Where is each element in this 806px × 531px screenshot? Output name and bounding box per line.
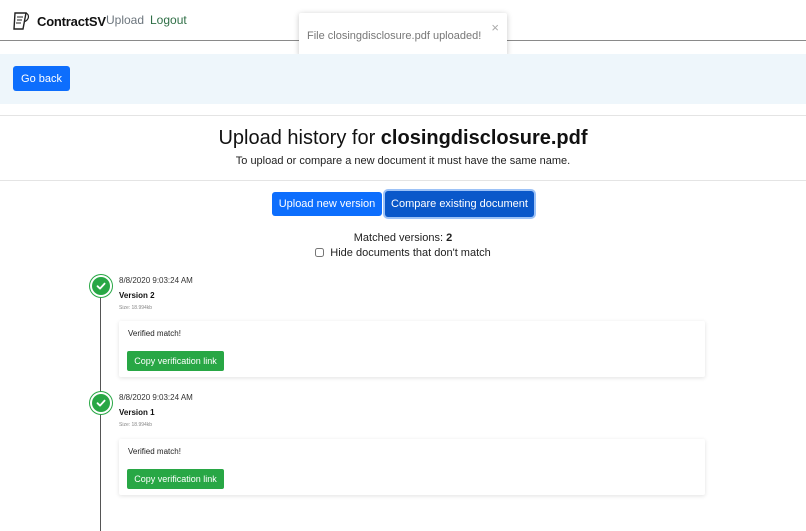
matched-versions: Matched versions: 2 bbox=[0, 232, 806, 244]
go-back-band: Go back bbox=[0, 54, 806, 104]
version-size: Size: 18.994kb bbox=[119, 305, 153, 311]
hide-nonmatching-checkbox[interactable] bbox=[315, 248, 325, 257]
check-circle-icon bbox=[92, 394, 110, 412]
version-date: 8/8/2020 9:03:24 AM bbox=[119, 276, 193, 285]
divider bbox=[0, 180, 806, 181]
brand-logo[interactable]: ContractSV bbox=[12, 10, 106, 32]
hide-nonmatching-row: Hide documents that don't match bbox=[0, 247, 806, 259]
page-title: Upload history for closingdisclosure.pdf bbox=[0, 127, 806, 150]
nav-logout-link[interactable]: Logout bbox=[150, 13, 187, 27]
matched-count: 2 bbox=[446, 232, 453, 244]
go-back-button[interactable]: Go back bbox=[13, 66, 70, 91]
copy-verification-link-button[interactable]: Copy verification link bbox=[127, 469, 224, 489]
page-subtitle: To upload or compare a new document it m… bbox=[235, 155, 571, 167]
version-name: Version 2 bbox=[119, 291, 155, 300]
upload-toast: File closingdisclosure.pdf uploaded! × bbox=[299, 13, 507, 57]
check-circle-icon bbox=[92, 277, 110, 295]
compare-existing-document-button[interactable]: Compare existing document bbox=[385, 191, 534, 217]
brand-name: ContractSV bbox=[37, 13, 106, 29]
page-title-prefix: Upload history for bbox=[218, 127, 376, 149]
version-card: Verified match! Copy verification link bbox=[119, 321, 705, 377]
version-date: 8/8/2020 9:03:24 AM bbox=[119, 393, 193, 402]
hide-nonmatching-label[interactable]: Hide documents that don't match bbox=[330, 247, 490, 259]
verification-status: Verified match! bbox=[128, 447, 181, 456]
close-icon[interactable]: × bbox=[491, 21, 499, 34]
verification-status: Verified match! bbox=[128, 329, 181, 338]
nav-upload-link[interactable]: Upload bbox=[106, 13, 144, 27]
version-size: Size: 18.994kb bbox=[119, 422, 153, 428]
upload-new-version-button[interactable]: Upload new version bbox=[272, 192, 382, 216]
matched-label: Matched versions: bbox=[353, 232, 444, 244]
version-card: Verified match! Copy verification link bbox=[119, 439, 705, 495]
divider bbox=[0, 115, 806, 116]
copy-verification-link-button[interactable]: Copy verification link bbox=[127, 351, 224, 371]
page-title-filename: closingdisclosure.pdf bbox=[380, 127, 588, 149]
toast-message: File closingdisclosure.pdf uploaded! bbox=[307, 30, 482, 42]
contract-logo-icon bbox=[13, 12, 30, 30]
version-name: Version 1 bbox=[119, 408, 155, 417]
